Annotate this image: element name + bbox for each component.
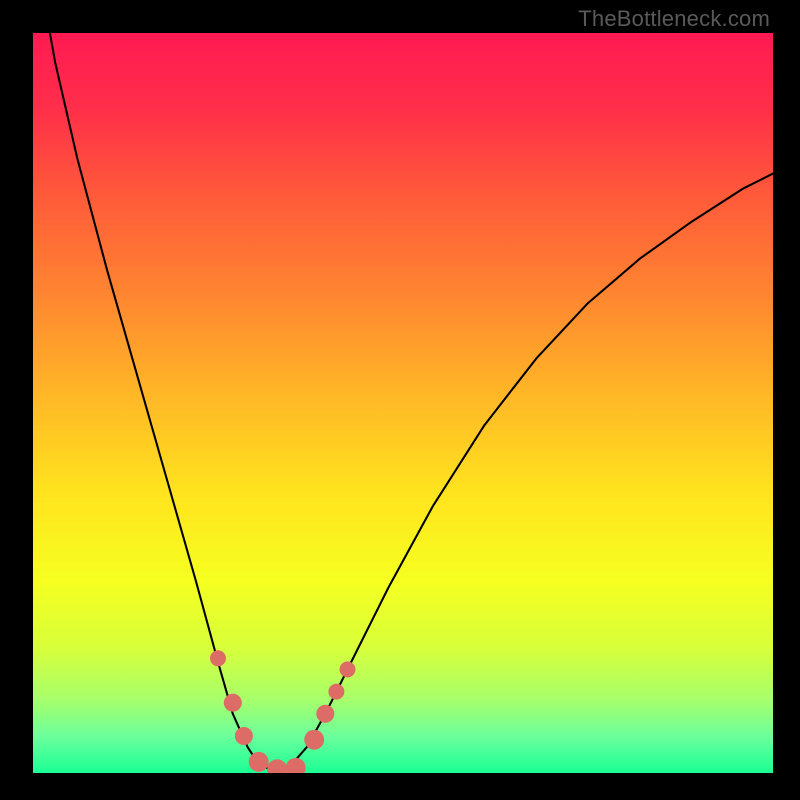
- chart-svg: [33, 33, 773, 773]
- curve-marker: [328, 684, 344, 700]
- chart-panel: [33, 33, 773, 773]
- curve-marker: [224, 694, 242, 712]
- curve-marker: [286, 758, 306, 773]
- app-frame: TheBottleneck.com: [0, 0, 800, 800]
- curve-marker: [304, 730, 324, 750]
- watermark-text: TheBottleneck.com: [578, 6, 770, 32]
- curve-marker: [340, 661, 356, 677]
- curve-marker: [316, 705, 334, 723]
- curve-marker: [267, 759, 287, 773]
- curve-marker: [210, 650, 226, 666]
- bottleneck-curve: [37, 33, 773, 769]
- curve-marker: [235, 727, 253, 745]
- marker-layer: [210, 650, 355, 773]
- curve-marker: [249, 752, 269, 772]
